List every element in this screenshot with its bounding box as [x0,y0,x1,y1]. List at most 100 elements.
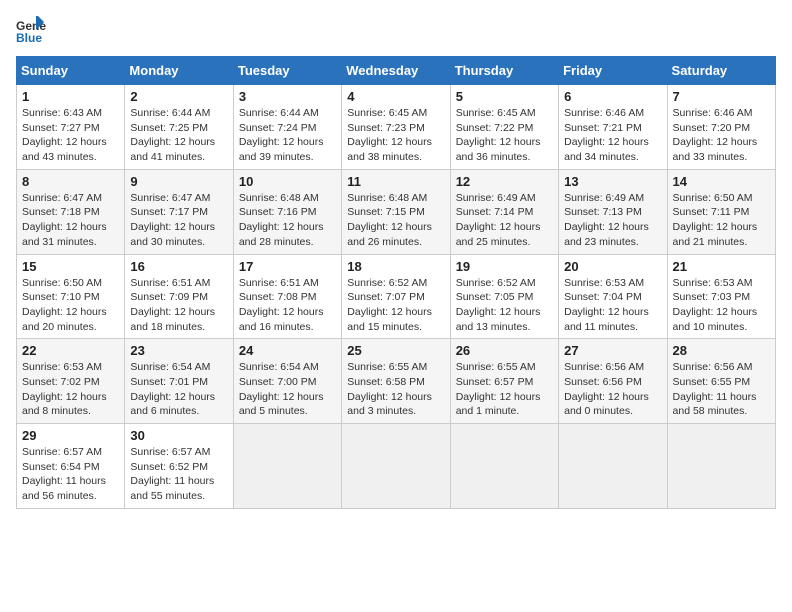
day-detail: Sunrise: 6:48 AM Sunset: 7:16 PM Dayligh… [239,191,336,250]
day-detail: Sunrise: 6:48 AM Sunset: 7:15 PM Dayligh… [347,191,444,250]
day-detail: Sunrise: 6:51 AM Sunset: 7:08 PM Dayligh… [239,276,336,335]
day-detail: Sunrise: 6:45 AM Sunset: 7:23 PM Dayligh… [347,106,444,165]
day-number: 21 [673,259,770,274]
day-number: 24 [239,343,336,358]
calendar-day-cell: 26 Sunrise: 6:55 AM Sunset: 6:57 PM Dayl… [450,339,558,424]
day-header-saturday: Saturday [667,57,775,85]
day-detail: Sunrise: 6:52 AM Sunset: 7:07 PM Dayligh… [347,276,444,335]
day-detail: Sunrise: 6:56 AM Sunset: 6:55 PM Dayligh… [673,360,770,419]
day-number: 2 [130,89,227,104]
day-detail: Sunrise: 6:55 AM Sunset: 6:57 PM Dayligh… [456,360,553,419]
day-header-monday: Monday [125,57,233,85]
day-detail: Sunrise: 6:53 AM Sunset: 7:04 PM Dayligh… [564,276,661,335]
calendar-day-cell: 15 Sunrise: 6:50 AM Sunset: 7:10 PM Dayl… [17,254,125,339]
day-detail: Sunrise: 6:50 AM Sunset: 7:10 PM Dayligh… [22,276,119,335]
day-number: 30 [130,428,227,443]
day-detail: Sunrise: 6:51 AM Sunset: 7:09 PM Dayligh… [130,276,227,335]
calendar-day-cell: 16 Sunrise: 6:51 AM Sunset: 7:09 PM Dayl… [125,254,233,339]
calendar-day-cell: 24 Sunrise: 6:54 AM Sunset: 7:00 PM Dayl… [233,339,341,424]
day-header-sunday: Sunday [17,57,125,85]
calendar-day-cell: 1 Sunrise: 6:43 AM Sunset: 7:27 PM Dayli… [17,85,125,170]
day-detail: Sunrise: 6:49 AM Sunset: 7:14 PM Dayligh… [456,191,553,250]
calendar-day-cell [450,424,558,509]
calendar-day-cell: 3 Sunrise: 6:44 AM Sunset: 7:24 PM Dayli… [233,85,341,170]
day-number: 11 [347,174,444,189]
calendar-day-cell: 9 Sunrise: 6:47 AM Sunset: 7:17 PM Dayli… [125,169,233,254]
calendar-week-row: 8 Sunrise: 6:47 AM Sunset: 7:18 PM Dayli… [17,169,776,254]
calendar-header-row: SundayMondayTuesdayWednesdayThursdayFrid… [17,57,776,85]
day-number: 13 [564,174,661,189]
day-detail: Sunrise: 6:43 AM Sunset: 7:27 PM Dayligh… [22,106,119,165]
calendar-day-cell: 10 Sunrise: 6:48 AM Sunset: 7:16 PM Dayl… [233,169,341,254]
day-number: 9 [130,174,227,189]
day-number: 17 [239,259,336,274]
calendar-day-cell [233,424,341,509]
day-number: 1 [22,89,119,104]
day-detail: Sunrise: 6:49 AM Sunset: 7:13 PM Dayligh… [564,191,661,250]
day-number: 28 [673,343,770,358]
day-detail: Sunrise: 6:46 AM Sunset: 7:20 PM Dayligh… [673,106,770,165]
calendar-day-cell: 7 Sunrise: 6:46 AM Sunset: 7:20 PM Dayli… [667,85,775,170]
calendar-day-cell [667,424,775,509]
calendar-day-cell: 4 Sunrise: 6:45 AM Sunset: 7:23 PM Dayli… [342,85,450,170]
day-number: 15 [22,259,119,274]
calendar-day-cell: 5 Sunrise: 6:45 AM Sunset: 7:22 PM Dayli… [450,85,558,170]
day-number: 7 [673,89,770,104]
calendar-day-cell: 29 Sunrise: 6:57 AM Sunset: 6:54 PM Dayl… [17,424,125,509]
calendar-day-cell: 6 Sunrise: 6:46 AM Sunset: 7:21 PM Dayli… [559,85,667,170]
calendar-day-cell: 2 Sunrise: 6:44 AM Sunset: 7:25 PM Dayli… [125,85,233,170]
calendar-day-cell: 25 Sunrise: 6:55 AM Sunset: 6:58 PM Dayl… [342,339,450,424]
page-header: General Blue [16,16,776,46]
calendar-week-row: 15 Sunrise: 6:50 AM Sunset: 7:10 PM Dayl… [17,254,776,339]
day-number: 23 [130,343,227,358]
calendar-day-cell: 21 Sunrise: 6:53 AM Sunset: 7:03 PM Dayl… [667,254,775,339]
day-detail: Sunrise: 6:54 AM Sunset: 7:00 PM Dayligh… [239,360,336,419]
calendar-day-cell: 8 Sunrise: 6:47 AM Sunset: 7:18 PM Dayli… [17,169,125,254]
day-number: 12 [456,174,553,189]
day-detail: Sunrise: 6:47 AM Sunset: 7:17 PM Dayligh… [130,191,227,250]
calendar-day-cell: 27 Sunrise: 6:56 AM Sunset: 6:56 PM Dayl… [559,339,667,424]
day-number: 10 [239,174,336,189]
day-detail: Sunrise: 6:47 AM Sunset: 7:18 PM Dayligh… [22,191,119,250]
day-detail: Sunrise: 6:53 AM Sunset: 7:02 PM Dayligh… [22,360,119,419]
day-number: 16 [130,259,227,274]
day-header-friday: Friday [559,57,667,85]
calendar-day-cell: 30 Sunrise: 6:57 AM Sunset: 6:52 PM Dayl… [125,424,233,509]
day-number: 6 [564,89,661,104]
day-number: 20 [564,259,661,274]
calendar-week-row: 29 Sunrise: 6:57 AM Sunset: 6:54 PM Dayl… [17,424,776,509]
day-number: 27 [564,343,661,358]
day-detail: Sunrise: 6:44 AM Sunset: 7:25 PM Dayligh… [130,106,227,165]
calendar-day-cell: 19 Sunrise: 6:52 AM Sunset: 7:05 PM Dayl… [450,254,558,339]
day-number: 5 [456,89,553,104]
day-detail: Sunrise: 6:46 AM Sunset: 7:21 PM Dayligh… [564,106,661,165]
day-detail: Sunrise: 6:52 AM Sunset: 7:05 PM Dayligh… [456,276,553,335]
day-detail: Sunrise: 6:53 AM Sunset: 7:03 PM Dayligh… [673,276,770,335]
calendar-day-cell: 11 Sunrise: 6:48 AM Sunset: 7:15 PM Dayl… [342,169,450,254]
logo: General Blue [16,16,50,46]
calendar-day-cell: 28 Sunrise: 6:56 AM Sunset: 6:55 PM Dayl… [667,339,775,424]
day-detail: Sunrise: 6:57 AM Sunset: 6:52 PM Dayligh… [130,445,227,504]
day-header-tuesday: Tuesday [233,57,341,85]
day-number: 3 [239,89,336,104]
day-number: 26 [456,343,553,358]
day-number: 8 [22,174,119,189]
day-number: 29 [22,428,119,443]
calendar-day-cell: 17 Sunrise: 6:51 AM Sunset: 7:08 PM Dayl… [233,254,341,339]
calendar-day-cell [559,424,667,509]
calendar-day-cell: 22 Sunrise: 6:53 AM Sunset: 7:02 PM Dayl… [17,339,125,424]
day-number: 18 [347,259,444,274]
day-number: 25 [347,343,444,358]
day-header-wednesday: Wednesday [342,57,450,85]
day-detail: Sunrise: 6:56 AM Sunset: 6:56 PM Dayligh… [564,360,661,419]
day-detail: Sunrise: 6:50 AM Sunset: 7:11 PM Dayligh… [673,191,770,250]
calendar-day-cell: 18 Sunrise: 6:52 AM Sunset: 7:07 PM Dayl… [342,254,450,339]
calendar-day-cell: 20 Sunrise: 6:53 AM Sunset: 7:04 PM Dayl… [559,254,667,339]
calendar-day-cell: 12 Sunrise: 6:49 AM Sunset: 7:14 PM Dayl… [450,169,558,254]
calendar-day-cell: 23 Sunrise: 6:54 AM Sunset: 7:01 PM Dayl… [125,339,233,424]
calendar-day-cell: 14 Sunrise: 6:50 AM Sunset: 7:11 PM Dayl… [667,169,775,254]
day-header-thursday: Thursday [450,57,558,85]
calendar-week-row: 22 Sunrise: 6:53 AM Sunset: 7:02 PM Dayl… [17,339,776,424]
calendar-day-cell [342,424,450,509]
day-number: 14 [673,174,770,189]
